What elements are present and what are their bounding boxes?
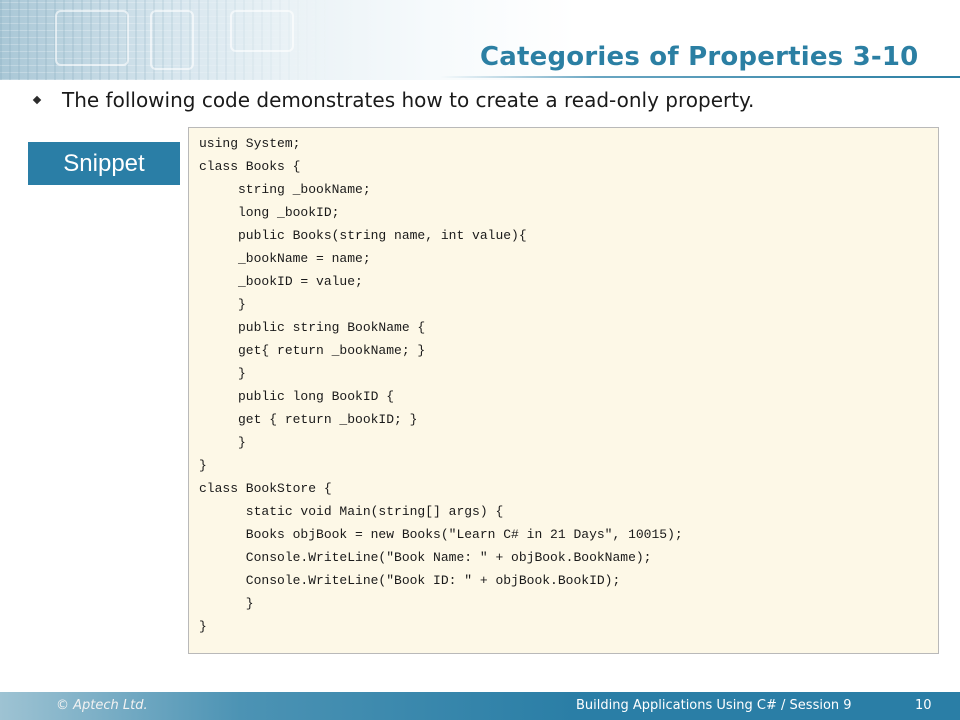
code-line: } [199, 596, 254, 611]
code-line: get { return _bookID; } [199, 412, 418, 427]
bullet-item: The following code demonstrates how to c… [32, 86, 755, 114]
code-line: public string BookName { [199, 320, 426, 335]
footer-bar: © Aptech Ltd. Building Applications Usin… [0, 692, 960, 720]
code-line: class BookStore { [199, 481, 332, 496]
code-line: } [199, 297, 246, 312]
snippet-label: Snippet [28, 142, 180, 185]
title-underline [440, 76, 960, 78]
footer-session-title: Building Applications Using C# / Session… [576, 698, 852, 713]
code-line: Console.WriteLine("Book ID: " + objBook.… [199, 573, 621, 588]
diamond-bullet-icon [32, 95, 42, 105]
page-number: 10 [915, 698, 932, 713]
code-line: } [199, 366, 246, 381]
decorative-frame [55, 10, 129, 66]
decorative-frame [150, 10, 194, 70]
code-line: public Books(string name, int value){ [199, 228, 527, 243]
code-line: class Books { [199, 159, 301, 174]
code-line: using System; [199, 136, 301, 151]
bullet-text: The following code demonstrates how to c… [62, 88, 755, 112]
code-line: } [199, 435, 246, 450]
code-line: Books objBook = new Books("Learn C# in 2… [199, 527, 683, 542]
decorative-frame [230, 10, 294, 52]
code-line: } [199, 458, 207, 473]
code-line: public long BookID { [199, 389, 395, 404]
code-snippet-box: using System; class Books { string _book… [188, 127, 939, 654]
header-banner: Categories of Properties 3-10 [0, 0, 960, 80]
code-line: _bookName = name; [199, 251, 371, 266]
code-line: long _bookID; [199, 205, 340, 220]
slide-title: Categories of Properties 3-10 [480, 42, 919, 72]
code-line: Console.WriteLine("Book Name: " + objBoo… [199, 550, 652, 565]
code-line: string _bookName; [199, 182, 371, 197]
code-line: get{ return _bookName; } [199, 343, 426, 358]
footer-copyright: © Aptech Ltd. [56, 698, 148, 713]
code-line: _bookID = value; [199, 274, 363, 289]
code-line: } [199, 619, 207, 634]
code-line: static void Main(string[] args) { [199, 504, 504, 519]
